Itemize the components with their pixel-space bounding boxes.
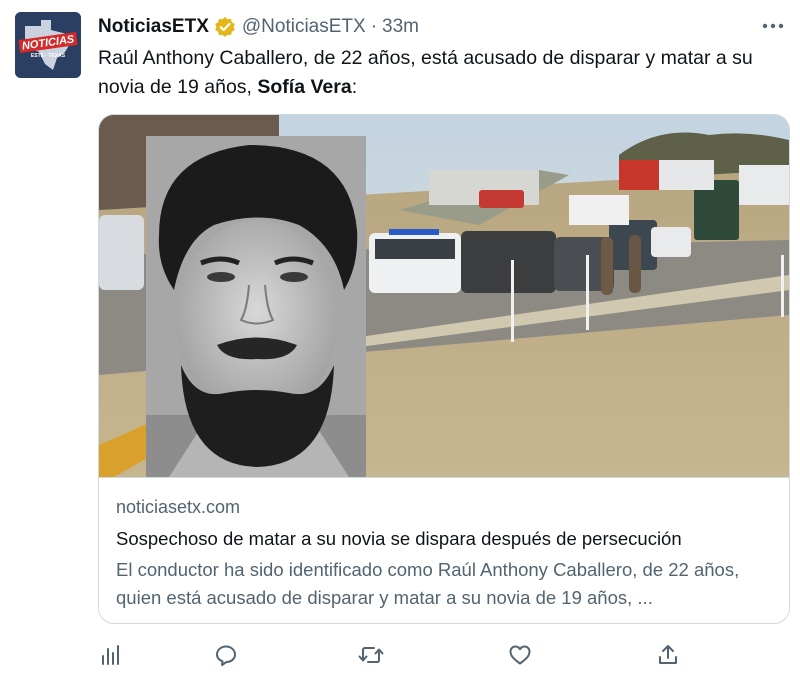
avatar-logo-subtext: ESTE · TEXAS (31, 53, 66, 59)
verified-badge-icon (214, 16, 236, 38)
tweet-text-main: Raúl Anthony Caballero, de 22 años, está… (98, 47, 753, 98)
share-button[interactable] (655, 640, 681, 670)
timestamp[interactable]: 33m (382, 16, 419, 38)
tweet-text-end: : (351, 76, 358, 98)
analytics-button[interactable] (98, 640, 124, 670)
tweet-header: NoticiasETX @NoticiasETX · 33m (98, 14, 780, 40)
retweet-button[interactable] (358, 640, 384, 670)
separator-dot: · (370, 16, 378, 37)
card-domain: noticiasetx.com (116, 497, 241, 517)
retweet-icon (358, 647, 384, 663)
tweet-text-bold-name: Sofía Vera (257, 76, 352, 98)
reply-icon (216, 645, 236, 666)
display-name[interactable]: NoticiasETX (98, 16, 209, 38)
heart-icon (509, 645, 531, 665)
user-handle[interactable]: @NoticiasETX (242, 16, 366, 38)
tweet-text: Raúl Anthony Caballero, de 22 años, está… (98, 44, 788, 102)
bar-chart-icon (102, 645, 119, 665)
share-icon (659, 645, 677, 664)
like-button[interactable] (507, 640, 533, 670)
card-body: noticiasetx.com Sospechoso de matar a su… (116, 495, 773, 612)
more-options-icon[interactable] (760, 14, 786, 38)
action-bar (98, 640, 698, 672)
link-card[interactable]: noticiasetx.com Sospechoso de matar a su… (98, 114, 790, 624)
news-logo-icon: NOTICIAS ESTE · TEXAS (15, 12, 81, 78)
avatar[interactable]: NOTICIAS ESTE · TEXAS (15, 12, 81, 78)
card-image (99, 115, 789, 478)
card-title: Sospechoso de matar a su novia se dispar… (116, 528, 682, 549)
reply-button[interactable] (213, 640, 239, 670)
card-description: El conductor ha sido identificado como R… (116, 559, 740, 608)
